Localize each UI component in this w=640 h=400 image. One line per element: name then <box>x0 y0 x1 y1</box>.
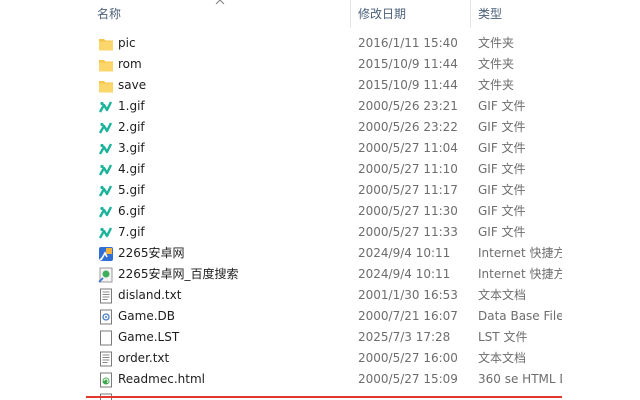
file-row[interactable]: order.txt 2000/5/27 16:00 文本文档 <box>0 348 562 369</box>
file-type: Internet 快捷方 <box>478 246 562 260</box>
file-row[interactable]: pic 2016/1/11 15:40 文件夹 <box>0 33 562 54</box>
file-date: 2015/10/9 11:44 <box>358 57 458 71</box>
file-date: 2000/5/26 23:21 <box>358 99 458 113</box>
file-row[interactable]: 2265安卓网_百度搜索 2024/9/4 10:11 Internet 快捷方 <box>0 264 562 285</box>
file-row[interactable]: 7.gif 2000/5/27 11:33 GIF 文件 <box>0 222 562 243</box>
file-row-cut-off[interactable] <box>0 390 562 400</box>
file-type: Data Base File <box>478 309 562 323</box>
file-row[interactable]: 3.gif 2000/5/27 11:04 GIF 文件 <box>0 138 562 159</box>
file-row[interactable]: 2265安卓网 2024/9/4 10:11 Internet 快捷方 <box>0 243 562 264</box>
text-document-icon <box>98 288 114 304</box>
column-header-bar: 名称 修改日期 类型 <box>0 0 562 30</box>
file-row[interactable]: 1.gif 2000/5/26 23:21 GIF 文件 <box>0 96 562 117</box>
file-type: GIF 文件 <box>478 225 526 239</box>
file-name: pic <box>118 36 136 50</box>
file-name: disland.txt <box>118 288 182 302</box>
column-separator[interactable] <box>350 0 351 28</box>
file-type: GIF 文件 <box>478 99 526 113</box>
file-name: 1.gif <box>118 99 145 113</box>
file-row[interactable]: 2.gif 2000/5/26 23:22 GIF 文件 <box>0 117 562 138</box>
file-date: 2001/1/30 16:53 <box>358 288 458 302</box>
file-type: GIF 文件 <box>478 204 526 218</box>
internet-shortcut-icon <box>98 246 114 262</box>
file-date: 2024/9/4 10:11 <box>358 267 451 281</box>
file-name: 5.gif <box>118 183 145 197</box>
file-type: GIF 文件 <box>478 162 526 176</box>
file-row[interactable]: rom 2015/10/9 11:44 文件夹 <box>0 54 562 75</box>
file-row[interactable]: save 2015/10/9 11:44 文件夹 <box>0 75 562 96</box>
gif-icon <box>98 183 114 199</box>
file-name: order.txt <box>118 351 170 365</box>
file-name: Game.LST <box>118 330 180 344</box>
database-file-icon <box>98 309 114 325</box>
file-name: rom <box>118 57 142 71</box>
text-document-icon <box>98 330 114 346</box>
file-date: 2000/5/27 11:30 <box>358 204 458 218</box>
file-date: 2025/7/3 17:28 <box>358 330 451 344</box>
file-list: pic 2016/1/11 15:40 文件夹 rom 2015/10/9 11… <box>0 33 562 400</box>
file-name: 3.gif <box>118 141 145 155</box>
file-row[interactable]: Game.LST 2025/7/3 17:28 LST 文件 <box>0 327 562 348</box>
column-header-name[interactable]: 名称 <box>97 0 121 30</box>
file-type: LST 文件 <box>478 330 528 344</box>
folder-icon <box>98 36 114 52</box>
file-date: 2016/1/11 15:40 <box>358 36 458 50</box>
gif-icon <box>98 141 114 157</box>
file-type: GIF 文件 <box>478 141 526 155</box>
file-type: GIF 文件 <box>478 183 526 197</box>
file-name: 7.gif <box>118 225 145 239</box>
search-shortcut-icon <box>98 267 114 283</box>
file-name: 2265安卓网 <box>118 246 185 260</box>
file-date: 2000/7/21 16:07 <box>358 309 458 323</box>
file-type: GIF 文件 <box>478 120 526 134</box>
file-row[interactable]: disland.txt 2001/1/30 16:53 文本文档 <box>0 285 562 306</box>
file-row[interactable]: 5.gif 2000/5/27 11:17 GIF 文件 <box>0 180 562 201</box>
file-date: 2000/5/27 11:10 <box>358 162 458 176</box>
file-row[interactable]: 6.gif 2000/5/27 11:30 GIF 文件 <box>0 201 562 222</box>
file-row[interactable]: Readmec.html 2000/5/27 15:09 360 se HTML… <box>0 369 562 390</box>
file-date: 2000/5/27 11:33 <box>358 225 458 239</box>
file-date: 2024/9/4 10:11 <box>358 246 451 260</box>
gif-icon <box>98 99 114 115</box>
file-type: 文本文档 <box>478 288 527 302</box>
file-date: 2000/5/26 23:22 <box>358 120 458 134</box>
drop-indicator-line <box>86 396 562 398</box>
file-name: save <box>118 78 147 92</box>
folder-icon <box>98 57 114 73</box>
file-name: Readmec.html <box>118 372 205 386</box>
file-name: 6.gif <box>118 204 145 218</box>
file-type: 文件夹 <box>478 78 515 92</box>
file-type: 文件夹 <box>478 36 515 50</box>
column-header-type[interactable]: 类型 <box>478 0 502 30</box>
folder-icon <box>98 78 114 94</box>
file-date: 2000/5/27 11:17 <box>358 183 458 197</box>
file-date: 2000/5/27 11:04 <box>358 141 458 155</box>
file-name: Game.DB <box>118 309 176 323</box>
file-row[interactable]: 4.gif 2000/5/27 11:10 GIF 文件 <box>0 159 562 180</box>
file-date: 2015/10/9 11:44 <box>358 78 458 92</box>
file-name: 4.gif <box>118 162 145 176</box>
gif-icon <box>98 162 114 178</box>
column-separator[interactable] <box>470 0 471 28</box>
file-date: 2000/5/27 15:09 <box>358 372 458 386</box>
column-header-date[interactable]: 修改日期 <box>358 0 406 30</box>
file-type: 文件夹 <box>478 57 515 71</box>
file-type: 文本文档 <box>478 351 527 365</box>
html-file-icon <box>98 372 114 388</box>
file-type: Internet 快捷方 <box>478 267 562 281</box>
gif-icon <box>98 225 114 241</box>
file-row[interactable]: Game.DB 2000/7/21 16:07 Data Base File <box>0 306 562 327</box>
file-date: 2000/5/27 16:00 <box>358 351 458 365</box>
gif-icon <box>98 204 114 220</box>
sort-ascending-icon <box>215 0 225 5</box>
gif-icon <box>98 120 114 136</box>
file-name: 2265安卓网_百度搜索 <box>118 267 239 281</box>
file-type: 360 se HTML D <box>478 372 562 386</box>
text-document-icon <box>98 351 114 367</box>
file-name: 2.gif <box>118 120 145 134</box>
